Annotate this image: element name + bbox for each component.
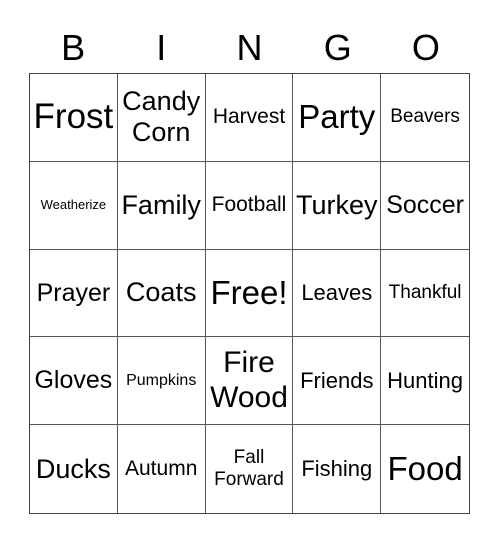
bingo-cell[interactable]: Prayer: [30, 249, 118, 338]
bingo-cell[interactable]: Food: [381, 425, 469, 513]
header-letter-n: N: [236, 27, 263, 68]
bingo-cell[interactable]: Football: [205, 161, 294, 250]
bingo-cell[interactable]: Leaves: [293, 249, 382, 338]
bingo-cell[interactable]: Thankful: [381, 250, 469, 338]
header-letter-b: B: [61, 27, 86, 68]
bingo-cell[interactable]: Candy Corn: [117, 74, 206, 162]
bingo-cell[interactable]: Frost: [30, 74, 118, 162]
bingo-cell[interactable]: Coats: [117, 249, 206, 338]
bingo-cell[interactable]: Fishing: [293, 425, 382, 513]
header-letter-g: G: [323, 27, 352, 68]
bingo-cell[interactable]: Harvest: [205, 74, 294, 162]
bingo-cell[interactable]: Beavers: [381, 74, 469, 162]
header-letter-i: I: [156, 27, 167, 68]
bingo-cell[interactable]: Party: [293, 74, 382, 162]
bingo-cell[interactable]: Family: [117, 161, 206, 250]
bingo-cell[interactable]: Friends: [293, 337, 382, 426]
bingo-cell[interactable]: Fire Wood: [205, 337, 294, 426]
bingo-cell[interactable]: Autumn: [118, 425, 206, 513]
bingo-cell[interactable]: Gloves: [30, 337, 118, 426]
bingo-cell[interactable]: Soccer: [381, 162, 469, 250]
bingo-cell[interactable]: Ducks: [30, 425, 118, 513]
bingo-cell[interactable]: Turkey: [293, 161, 382, 250]
bingo-cell[interactable]: Pumpkins: [117, 337, 206, 426]
bingo-cell[interactable]: Weatherize: [30, 161, 118, 250]
header-letter-o: O: [411, 27, 440, 68]
bingo-grid: Frost Candy Corn Harvest Party Beavers W…: [29, 73, 470, 514]
bingo-cell[interactable]: Hunting: [381, 337, 469, 426]
bingo-cell-free[interactable]: Free!: [205, 249, 294, 338]
bingo-header: B I N G O: [29, 26, 470, 70]
bingo-cell[interactable]: Fall Forward: [206, 425, 294, 513]
